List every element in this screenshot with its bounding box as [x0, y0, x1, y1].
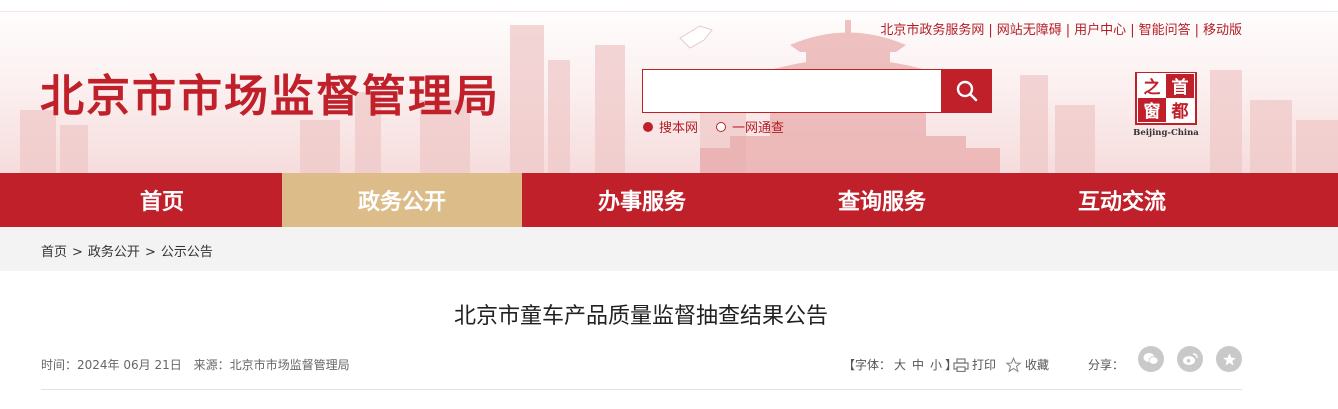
nav-item-gov-affairs[interactable]: 政务公开 — [282, 173, 522, 227]
source-label: 来源： — [193, 358, 230, 372]
scope-label-all: 一网通查 — [732, 121, 785, 136]
breadcrumb-bar: 首页 > 政务公开 > 公示公告 — [0, 227, 1338, 271]
share-weibo-button[interactable] — [1177, 346, 1203, 372]
scope-option-all[interactable]: 一网通查 — [716, 117, 784, 136]
scope-label-site: 搜本网 — [659, 121, 699, 136]
breadcrumb-gov-affairs[interactable]: 政务公开 — [88, 245, 140, 260]
radio-selected-icon — [643, 121, 653, 132]
radio-unselected-icon — [716, 121, 726, 132]
article-meta: 时间：2024年 06月 21日 来源：北京市市场监督管理局 — [41, 356, 358, 373]
svg-text:之: 之 — [1144, 77, 1161, 98]
capital-window-logo[interactable]: 首 都 之 窗 Beijing-China — [1133, 72, 1199, 138]
print-button[interactable]: 打印 — [953, 356, 996, 373]
star-share-icon — [1222, 352, 1236, 365]
time-label: 时间： — [41, 358, 78, 372]
search-icon — [956, 80, 978, 102]
wechat-icon — [1143, 353, 1159, 365]
favorite-label: 收藏 — [1025, 358, 1050, 372]
scope-option-site[interactable]: 搜本网 — [643, 117, 698, 136]
font-size-large[interactable]: 大 — [894, 356, 906, 373]
nav-item-interaction[interactable]: 互动交流 — [1002, 173, 1242, 227]
top-link-mobile[interactable]: 移动版 — [1203, 23, 1242, 38]
time-value: 2024年 06月 21日 — [77, 358, 182, 372]
weibo-icon — [1183, 353, 1198, 365]
star-outline-icon — [1005, 356, 1022, 373]
share-wechat-button[interactable] — [1138, 346, 1164, 372]
source-value: 北京市市场监督管理局 — [229, 358, 350, 372]
top-links: 北京市政务服务网 | 网站无障碍 | 用户中心 | 智能问答 | 移动版 — [880, 23, 1242, 38]
article-title: 北京市童车产品质量监督抽查结果公告 — [453, 304, 828, 329]
printer-icon — [953, 357, 969, 372]
top-link-smart-qa[interactable]: 智能问答 — [1139, 23, 1191, 38]
top-link-gov-service[interactable]: 北京市政务服务网 — [880, 23, 984, 38]
top-link-user-center[interactable]: 用户中心 — [1074, 23, 1126, 38]
print-label: 打印 — [972, 358, 997, 372]
svg-text:Beijing-China: Beijing-China — [1133, 128, 1199, 138]
font-size-control: 【字体： 大 中 小 】 — [843, 356, 957, 373]
nav-item-home[interactable]: 首页 — [42, 173, 282, 227]
svg-text:窗: 窗 — [1144, 101, 1161, 122]
share-favorite-button[interactable] — [1216, 346, 1242, 372]
font-size-medium[interactable]: 中 — [912, 356, 924, 373]
top-link-accessibility[interactable]: 网站无障碍 — [997, 23, 1062, 38]
nav-item-services[interactable]: 办事服务 — [522, 173, 762, 227]
breadcrumb-notices[interactable]: 公示公告 — [161, 245, 213, 260]
font-size-small[interactable]: 小 — [930, 356, 942, 373]
breadcrumb: 首页 > 政务公开 > 公示公告 — [41, 245, 213, 260]
search-button[interactable] — [942, 69, 992, 113]
breadcrumb-home[interactable]: 首页 — [41, 245, 67, 260]
svg-text:都: 都 — [1171, 101, 1189, 122]
nav-item-query[interactable]: 查询服务 — [762, 173, 1002, 227]
share-label: 分享： — [1088, 358, 1125, 372]
search-input[interactable] — [642, 69, 942, 113]
main-nav: 首页 政务公开 办事服务 查询服务 互动交流 — [0, 173, 1338, 227]
font-size-label: 【字体： — [843, 358, 892, 372]
site-header: 北京市市场监督管理局 北京市政务服务网 | 网站无障碍 | 用户中心 | 智能问答 | 移动版 … — [0, 0, 1338, 173]
meta-divider — [41, 389, 1242, 390]
favorite-button[interactable]: 收藏 — [1005, 356, 1049, 373]
svg-text:首: 首 — [1172, 77, 1189, 98]
site-title[interactable]: 北京市市场监督管理局 — [40, 60, 500, 124]
